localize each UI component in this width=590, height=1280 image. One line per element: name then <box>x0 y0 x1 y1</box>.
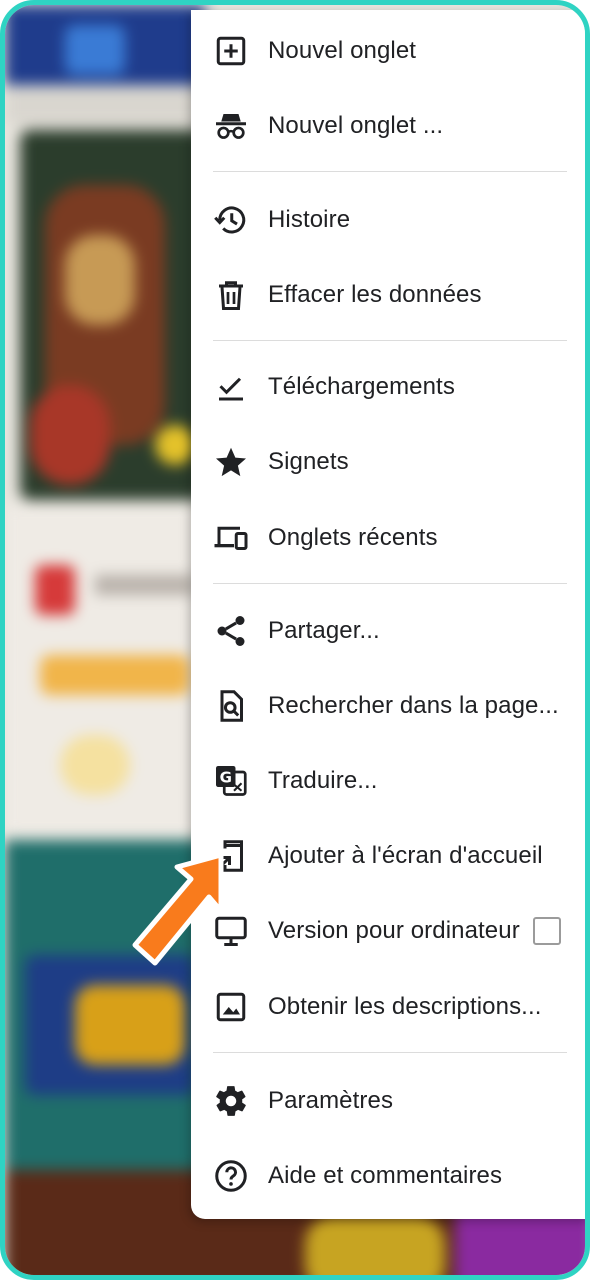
menu-divider <box>213 171 567 172</box>
menu-item-new-tab[interactable]: Nouvel onglet <box>191 14 585 88</box>
menu-item-label: Signets <box>268 448 349 475</box>
menu-item-label: Téléchargements <box>268 373 455 400</box>
menu-item-label: Nouvel onglet <box>268 37 417 64</box>
menu-item-new-incognito-tab[interactable]: Nouvel onglet ... <box>191 89 585 163</box>
menu-item-label: Nouvel onglet ... <box>268 112 444 139</box>
history-icon <box>212 201 250 239</box>
menu-item-recent-tabs[interactable]: Onglets récents <box>191 501 585 575</box>
menu-item-label: Histoire <box>268 206 351 233</box>
menu-divider <box>213 1052 567 1053</box>
incognito-icon <box>212 107 250 145</box>
star-icon <box>212 443 250 481</box>
menu-item-history[interactable]: Histoire <box>191 183 585 257</box>
menu-item-get-image-descriptions[interactable]: Obtenir les descriptions... <box>191 970 585 1044</box>
menu-item-label: Effacer les données <box>268 281 482 308</box>
menu-item-settings[interactable]: Paramètres <box>191 1064 585 1138</box>
menu-item-downloads[interactable]: Téléchargements <box>191 350 585 424</box>
help-icon <box>212 1157 250 1195</box>
menu-item-find-in-page[interactable]: Rechercher dans la page... <box>191 669 585 743</box>
gear-icon <box>212 1082 250 1120</box>
menu-item-label: Version pour ordinateur <box>268 917 520 944</box>
menu-item-clear-data[interactable]: Effacer les données <box>191 258 585 332</box>
menu-divider <box>213 340 567 341</box>
share-icon <box>212 612 250 650</box>
menu-item-label: Obtenir les descriptions... <box>268 993 542 1020</box>
trash-icon <box>212 276 250 314</box>
desktop-site-checkbox[interactable] <box>533 917 561 945</box>
download-check-icon <box>212 368 250 406</box>
menu-item-label: Ajouter à l'écran d'accueil <box>268 842 543 869</box>
menu-item-label: Partager... <box>268 617 380 644</box>
image-icon <box>212 988 250 1026</box>
menu-item-label: Traduire... <box>268 767 378 794</box>
pointer-arrow-icon <box>132 852 224 966</box>
svg-text:G: G <box>220 769 232 787</box>
browser-overflow-menu: Nouvel onglet Nouvel onglet ... Histoire… <box>191 10 585 1219</box>
plus-box-icon <box>212 32 250 70</box>
menu-item-label: Paramètres <box>268 1087 394 1114</box>
menu-item-label: Onglets récents <box>268 524 438 551</box>
menu-divider <box>213 583 567 584</box>
menu-item-add-to-home-screen[interactable]: Ajouter à l'écran d'accueil <box>191 819 585 893</box>
menu-item-bookmarks[interactable]: Signets <box>191 425 585 499</box>
find-in-page-icon <box>212 687 250 725</box>
menu-item-label: Aide et commentaires <box>268 1162 503 1189</box>
devices-icon <box>212 519 250 557</box>
menu-item-translate[interactable]: G Traduire... <box>191 744 585 818</box>
menu-item-help-feedback[interactable]: Aide et commentaires <box>191 1139 585 1213</box>
menu-item-label: Rechercher dans la page... <box>268 692 559 719</box>
menu-item-desktop-site[interactable]: Version pour ordinateur <box>191 894 585 968</box>
menu-item-share[interactable]: Partager... <box>191 594 585 668</box>
translate-icon: G <box>212 762 250 800</box>
screenshot-frame: Nouvel onglet Nouvel onglet ... Histoire… <box>0 0 590 1280</box>
